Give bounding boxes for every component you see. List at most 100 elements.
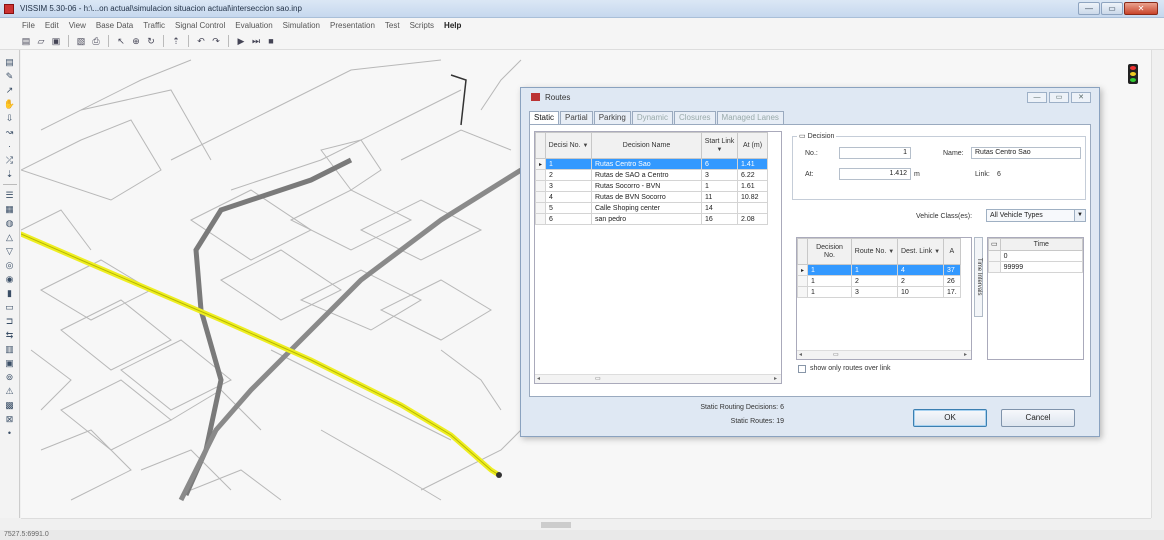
dot-icon[interactable]: ·: [3, 140, 17, 152]
decision-name-cell[interactable]: san pedro: [591, 213, 702, 225]
wrench-icon[interactable]: ✎: [3, 70, 17, 82]
scroll-right-icon[interactable]: ▸: [774, 375, 777, 382]
route-row[interactable]: 1 3 10 17.: [797, 286, 961, 298]
decisions-grid[interactable]: Decisi No. ▼ Decision Name Start Link ▼ …: [534, 131, 782, 384]
decision-no-cell[interactable]: 2: [545, 169, 592, 181]
menu-simulation[interactable]: Simulation: [283, 21, 320, 30]
decisions-grid-scrollbar[interactable]: ◂ ▭ ▸: [535, 374, 781, 383]
start-link-header[interactable]: Start Link ▼: [701, 132, 738, 159]
vehicle-inputs-icon[interactable]: ⇩: [3, 112, 17, 124]
filter-icon[interactable]: ▼: [717, 147, 723, 153]
new-file-icon[interactable]: ▤: [20, 35, 32, 47]
menu-view[interactable]: View: [69, 21, 86, 30]
tab-static[interactable]: Static: [529, 111, 560, 125]
menu-test[interactable]: Test: [385, 21, 400, 30]
start-link-cell[interactable]: 6: [701, 158, 738, 170]
play-icon[interactable]: ▶: [235, 35, 247, 47]
travel-time-icon[interactable]: ⇆: [3, 329, 17, 341]
open-file-icon[interactable]: ▱: [35, 35, 47, 47]
list-icon[interactable]: ☰: [3, 189, 17, 201]
route-no-header[interactable]: Route No. ▼: [851, 238, 898, 265]
select-icon[interactable]: ↖: [115, 35, 127, 47]
step-icon[interactable]: ⏭: [250, 35, 262, 47]
arrow-icon[interactable]: ↗: [3, 84, 17, 96]
menu-base-data[interactable]: Base Data: [96, 21, 133, 30]
signal-heads-icon[interactable]: ▦: [3, 203, 17, 215]
stop-sign-icon[interactable]: △: [3, 231, 17, 243]
decision-row[interactable]: 3 Rutas Socorro - BVN 1 1.61: [535, 180, 768, 192]
decision-row[interactable]: 5 Calle Shoping center 14: [535, 202, 768, 214]
warning-icon[interactable]: ⚠: [3, 385, 17, 397]
routes-grid[interactable]: Decision No. Route No. ▼ Dest. Link ▼ A …: [796, 237, 972, 360]
vertical-scrollbar[interactable]: [1151, 50, 1164, 518]
cancel-button[interactable]: Cancel: [1001, 409, 1075, 427]
insert-icon[interactable]: ⇡: [170, 35, 182, 47]
start-link-cell[interactable]: 11: [701, 191, 738, 203]
dest-link-cell[interactable]: 2: [897, 275, 944, 287]
at-cell[interactable]: 6.22: [737, 169, 768, 181]
pedestrian-icon[interactable]: ⊠: [3, 413, 17, 425]
bus-stop-icon[interactable]: ▮: [3, 287, 17, 299]
route-row[interactable]: 1 2 2 26: [797, 275, 961, 287]
decision-name-cell[interactable]: Rutas Centro Sao: [591, 158, 702, 170]
decision-row[interactable]: ▸ 1 Rutas Centro Sao 6 1.41: [535, 158, 768, 170]
decision-name-cell[interactable]: Calle Shoping center: [591, 202, 702, 214]
route-decision-cell[interactable]: 1: [807, 264, 852, 276]
dest-link-header[interactable]: Dest. Link ▼: [897, 238, 944, 265]
decision-no-cell[interactable]: 4: [545, 191, 592, 203]
show-only-routes-checkbox[interactable]: [798, 365, 806, 373]
time-header[interactable]: Time: [999, 238, 1083, 251]
print-icon[interactable]: ⎙: [90, 35, 102, 47]
stop-icon[interactable]: ■: [265, 35, 277, 47]
save-icon[interactable]: ▣: [50, 35, 62, 47]
decision-name-field[interactable]: Rutas Centro Sao: [971, 147, 1081, 159]
camera-icon[interactable]: ⊚: [3, 371, 17, 383]
start-link-cell[interactable]: 14: [701, 202, 738, 214]
decision-no-cell[interactable]: 6: [545, 213, 592, 225]
route-no-cell[interactable]: 1: [851, 264, 898, 276]
routes-icon[interactable]: ↝: [3, 126, 17, 138]
menu-file[interactable]: File: [22, 21, 35, 30]
filter-icon[interactable]: ▼: [888, 249, 894, 255]
split-icon[interactable]: ⤮: [3, 154, 17, 166]
decision-no-header[interactable]: Decisi No. ▼: [545, 132, 592, 159]
route-no-cell[interactable]: 3: [851, 286, 898, 298]
menu-traffic[interactable]: Traffic: [143, 21, 165, 30]
decision-no-cell[interactable]: 1: [545, 158, 592, 170]
at-cell[interactable]: 10.82: [737, 191, 768, 203]
time-grid[interactable]: ▭ Time 0 99999: [987, 237, 1084, 360]
dest-link-cell[interactable]: 4: [897, 264, 944, 276]
decision-at-field[interactable]: 1.412: [839, 168, 911, 180]
at-cell[interactable]: 1.41: [737, 158, 768, 170]
route-decision-cell[interactable]: 1: [807, 286, 852, 298]
links-icon[interactable]: ▤: [3, 56, 17, 68]
detector-icon[interactable]: ◍: [3, 217, 17, 229]
decision-row[interactable]: 6 san pedro 16 2.08: [535, 213, 768, 225]
route-row[interactable]: ▸ 1 1 4 37: [797, 264, 961, 276]
menu-edit[interactable]: Edit: [45, 21, 59, 30]
decision-no-cell[interactable]: 5: [545, 202, 592, 214]
redo-icon[interactable]: ↷: [210, 35, 222, 47]
decision-name-header[interactable]: Decision Name: [591, 132, 702, 159]
node-icon[interactable]: ◉: [3, 273, 17, 285]
decision-name-cell[interactable]: Rutas de BVN Socorro: [591, 191, 702, 203]
menu-presentation[interactable]: Presentation: [330, 21, 375, 30]
route-at-cell[interactable]: 17.: [943, 286, 961, 298]
transit-line-icon[interactable]: ▭: [3, 301, 17, 313]
queue-counter-icon[interactable]: ▥: [3, 343, 17, 355]
menu-signal-control[interactable]: Signal Control: [175, 21, 225, 30]
route-no-cell[interactable]: 2: [851, 275, 898, 287]
yield-icon[interactable]: ▽: [3, 245, 17, 257]
start-link-cell[interactable]: 1: [701, 180, 738, 192]
time-row[interactable]: 99999: [988, 261, 1083, 273]
scroll-thumb-icon[interactable]: ▭: [595, 375, 601, 382]
menu-help[interactable]: Help: [444, 21, 461, 30]
decision-row[interactable]: 2 Rutas de SAO a Centro 3 6.22: [535, 169, 768, 181]
dot-small-icon[interactable]: •: [3, 427, 17, 439]
route-at-cell[interactable]: 37: [943, 264, 961, 276]
minimize-button[interactable]: —: [1078, 2, 1100, 15]
at-header[interactable]: At (m): [737, 132, 768, 159]
routes-grid-scrollbar[interactable]: ◂ ▭ ▸: [797, 350, 971, 359]
close-button[interactable]: ✕: [1124, 2, 1158, 15]
tab-parking[interactable]: Parking: [593, 111, 631, 124]
